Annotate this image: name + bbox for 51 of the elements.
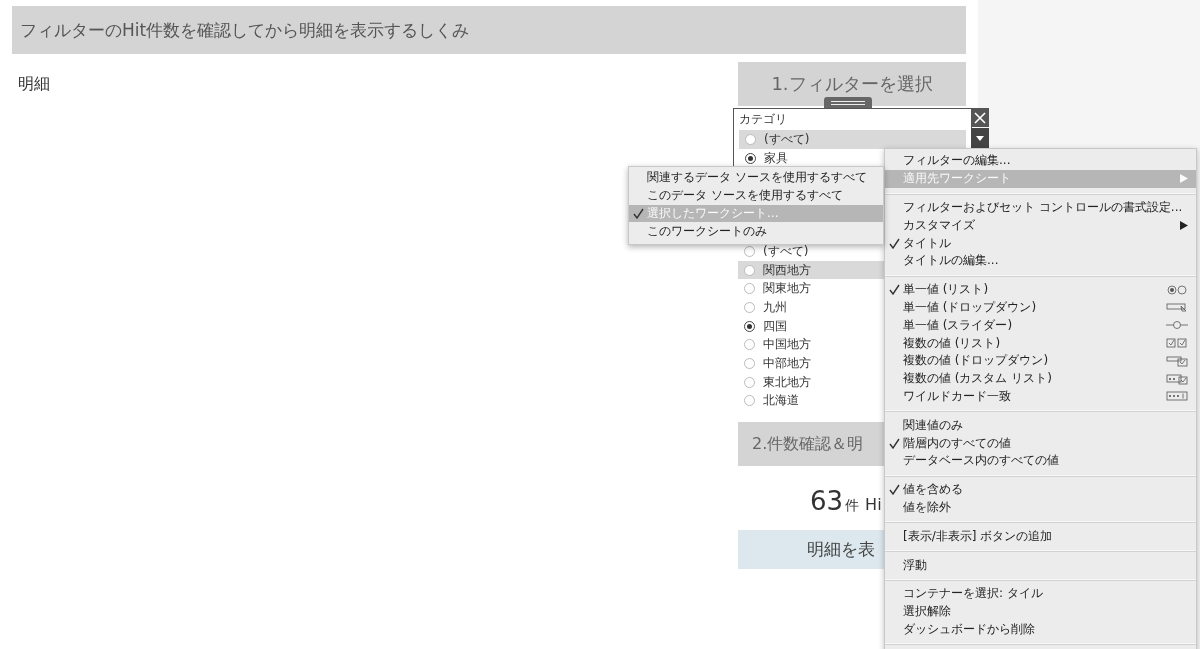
radio-button[interactable] bbox=[744, 357, 755, 369]
menu-item[interactable]: 単一値 (ドロップダウン) bbox=[885, 298, 1196, 317]
custom-list-icon bbox=[1166, 372, 1188, 385]
menu-item[interactable]: 複数の値 (カスタム リスト) bbox=[885, 369, 1196, 388]
hit-count: 63 bbox=[810, 486, 844, 517]
step-title: 1.フィルターを選択 bbox=[738, 62, 966, 106]
checkbox-dropdown-icon bbox=[1166, 354, 1188, 367]
menu-item[interactable]: ダッシュボードから削除 bbox=[885, 620, 1196, 639]
menu-item[interactable]: 複数の値 (ドロップダウン) bbox=[885, 351, 1196, 370]
menu-item[interactable]: コンテナーを選択: タイル bbox=[885, 584, 1196, 603]
radio-button[interactable] bbox=[744, 395, 755, 407]
checkbox-pair-icon bbox=[1166, 337, 1188, 350]
filter-title: カテゴリ bbox=[739, 111, 788, 128]
text-field-icon bbox=[1166, 390, 1188, 403]
drag-handle[interactable] bbox=[824, 97, 872, 108]
menu-item[interactable]: 選択解除 bbox=[885, 602, 1196, 621]
radio-button[interactable] bbox=[745, 152, 756, 164]
menu-item[interactable]: このワークシートのみ bbox=[629, 222, 883, 241]
menu-item[interactable]: カスタマイズ bbox=[885, 216, 1196, 235]
submenu-arrow-icon bbox=[1180, 174, 1188, 184]
submenu-arrow-icon bbox=[1180, 220, 1188, 230]
menu-item[interactable]: 単一値 (スライダー) bbox=[885, 316, 1196, 335]
filter-option[interactable]: (すべて) bbox=[739, 130, 966, 149]
close-button[interactable] bbox=[971, 108, 989, 127]
radio-button[interactable] bbox=[745, 133, 756, 145]
dashboard-title: フィルターのHit件数を確認してから明細を表示するしくみ bbox=[12, 6, 966, 54]
radio-button[interactable] bbox=[744, 283, 755, 295]
menu-item[interactable]: 複数の値 (リスト) bbox=[885, 334, 1196, 352]
dropdown-icon bbox=[1166, 301, 1188, 314]
radio-button[interactable] bbox=[744, 301, 755, 313]
menu-item[interactable]: フィルターの編集... bbox=[885, 152, 1196, 170]
slider-icon bbox=[1166, 319, 1188, 332]
menu-item[interactable]: タイトル bbox=[885, 234, 1196, 252]
menu-item[interactable]: 値を除外 bbox=[885, 498, 1196, 517]
menu-item[interactable]: このデータ ソースを使用するすべて bbox=[629, 186, 883, 205]
menu-button[interactable] bbox=[971, 128, 989, 148]
close-icon bbox=[974, 111, 986, 124]
caret-icon bbox=[976, 135, 984, 141]
menu-item[interactable]: 単一値 (リスト) bbox=[885, 280, 1196, 299]
hit-label: Hi bbox=[865, 495, 882, 515]
detail-label: 明細 bbox=[18, 74, 50, 93]
menu-item[interactable]: 値を含める bbox=[885, 480, 1196, 499]
menu-item[interactable]: フィルターおよびセット コントロールの書式設定... bbox=[885, 198, 1196, 217]
radio-button[interactable] bbox=[744, 339, 755, 351]
radio-button[interactable] bbox=[744, 320, 755, 332]
menu-item[interactable]: 関連するデータ ソースを使用するすべて bbox=[629, 169, 883, 187]
count-unit: 件 bbox=[845, 497, 860, 516]
radio-button[interactable] bbox=[744, 264, 755, 276]
radio-button[interactable] bbox=[744, 376, 755, 388]
radio-pair-icon bbox=[1166, 283, 1188, 296]
menu-item[interactable]: ワイルドカード一致 bbox=[885, 387, 1196, 406]
